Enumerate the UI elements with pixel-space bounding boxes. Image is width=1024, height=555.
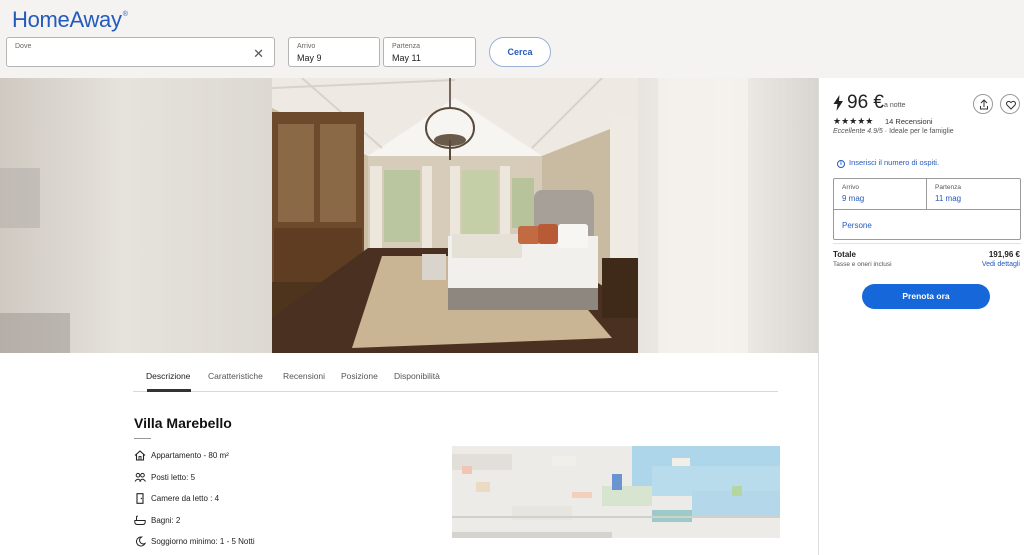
- info-icon: i: [837, 160, 845, 168]
- destination-label: Dove: [15, 43, 32, 50]
- sidebar-checkin-value: 9 mag: [842, 194, 865, 203]
- guests-info-message: i Inserisci il numero di ospiti.: [837, 158, 939, 168]
- rating-text: Eccellente 4.9/5: [833, 128, 883, 135]
- active-tab-indicator: [147, 389, 191, 392]
- info-text: Inserisci il numero di ospiti.: [849, 158, 940, 167]
- booking-sidebar: 96 € a notte ★★★★★ 14 Recensioni Eccelle…: [818, 78, 1024, 555]
- feature-text: Soggiorno minimo: 1 - 5 Notti: [151, 537, 255, 546]
- people-icon: [134, 472, 146, 482]
- sidebar-checkout[interactable]: Partenza 11 mag: [927, 179, 1021, 209]
- sidebar-checkout-label: Partenza: [935, 184, 962, 191]
- booking-dates-box: Arrivo 9 mag Partenza 11 mag Persone: [833, 178, 1021, 240]
- clear-icon[interactable]: ✕: [253, 46, 264, 62]
- sidebar-checkout-value: 11 mag: [935, 194, 962, 203]
- see-details-link[interactable]: Vedi dettagli: [982, 261, 1020, 268]
- tab-descrizione[interactable]: Descrizione: [146, 371, 190, 381]
- feature-text: Camere da letto : 4: [151, 494, 220, 503]
- taxes-label: Tasse e oneri inclusi: [833, 261, 892, 268]
- share-icon: [980, 99, 988, 110]
- favorite-button[interactable]: [1000, 94, 1020, 114]
- homeaway-logo[interactable]: HomeAway®: [12, 7, 128, 33]
- feature-text: Posti letto: 5: [151, 473, 196, 482]
- instant-book-icon: [833, 95, 843, 111]
- checkin-label: Arrivo: [297, 43, 316, 50]
- heart-icon: [1005, 100, 1017, 110]
- checkout-value: May 11: [392, 53, 421, 63]
- destination-field[interactable]: Dove ✕: [6, 37, 275, 67]
- location-map[interactable]: [452, 446, 780, 538]
- logo-registered-mark: ®: [122, 11, 128, 18]
- share-button[interactable]: [973, 94, 993, 114]
- checkin-value: May 9: [297, 53, 322, 63]
- property-title: Villa Marebello: [134, 415, 232, 431]
- title-divider: [134, 438, 151, 439]
- door-icon: [136, 493, 144, 504]
- search-button[interactable]: Cerca: [489, 37, 551, 67]
- tab-posizione[interactable]: Posizione: [341, 371, 378, 381]
- checkout-field[interactable]: Partenza May 11: [383, 37, 476, 67]
- star-rating: ★★★★★: [833, 116, 874, 126]
- house-icon: [134, 450, 146, 461]
- sidebar-checkin-label: Arrivo: [842, 184, 859, 191]
- logo-text: HomeAway: [12, 7, 122, 32]
- per-night-label: a notte: [884, 102, 906, 109]
- moon-icon: [136, 536, 146, 547]
- feature-text: Appartamento - 80 m²: [151, 451, 229, 460]
- photo-gallery[interactable]: [0, 78, 818, 353]
- rating-summary: Eccellente 4.9/5 · Ideale per le famigli…: [833, 128, 954, 135]
- rating-separator: ·: [884, 128, 888, 135]
- checkin-field[interactable]: Arrivo May 9: [288, 37, 380, 67]
- rating-tag: Ideale per le famiglie: [889, 128, 954, 135]
- tab-recensioni[interactable]: Recensioni: [283, 371, 325, 381]
- tab-disponibilita[interactable]: Disponibilità: [394, 371, 440, 381]
- sidebar-checkin[interactable]: Arrivo 9 mag: [834, 179, 926, 209]
- checkout-label: Partenza: [392, 43, 421, 50]
- book-now-button[interactable]: Prenota ora: [862, 284, 990, 309]
- guests-selector[interactable]: Persone: [842, 221, 872, 230]
- top-bar: HomeAway® Dove ✕ Arrivo May 9 Partenza M…: [0, 0, 1024, 78]
- bedroom-photo[interactable]: [272, 78, 638, 353]
- previous-photo-blurred[interactable]: [0, 78, 272, 353]
- divider: [833, 243, 1021, 244]
- reviews-count[interactable]: 14 Recensioni: [885, 117, 933, 126]
- section-tabs: Descrizione Caratteristiche Recensioni P…: [133, 365, 778, 392]
- tab-caratteristiche[interactable]: Caratteristiche: [208, 371, 263, 381]
- bathtub-icon: [134, 515, 146, 525]
- feature-text: Bagni: 2: [151, 516, 181, 525]
- total-value: 191,96 €: [988, 250, 1020, 259]
- total-label: Totale: [833, 250, 856, 259]
- next-photo-blurred[interactable]: [638, 78, 818, 353]
- nightly-price: 96 €: [847, 92, 884, 113]
